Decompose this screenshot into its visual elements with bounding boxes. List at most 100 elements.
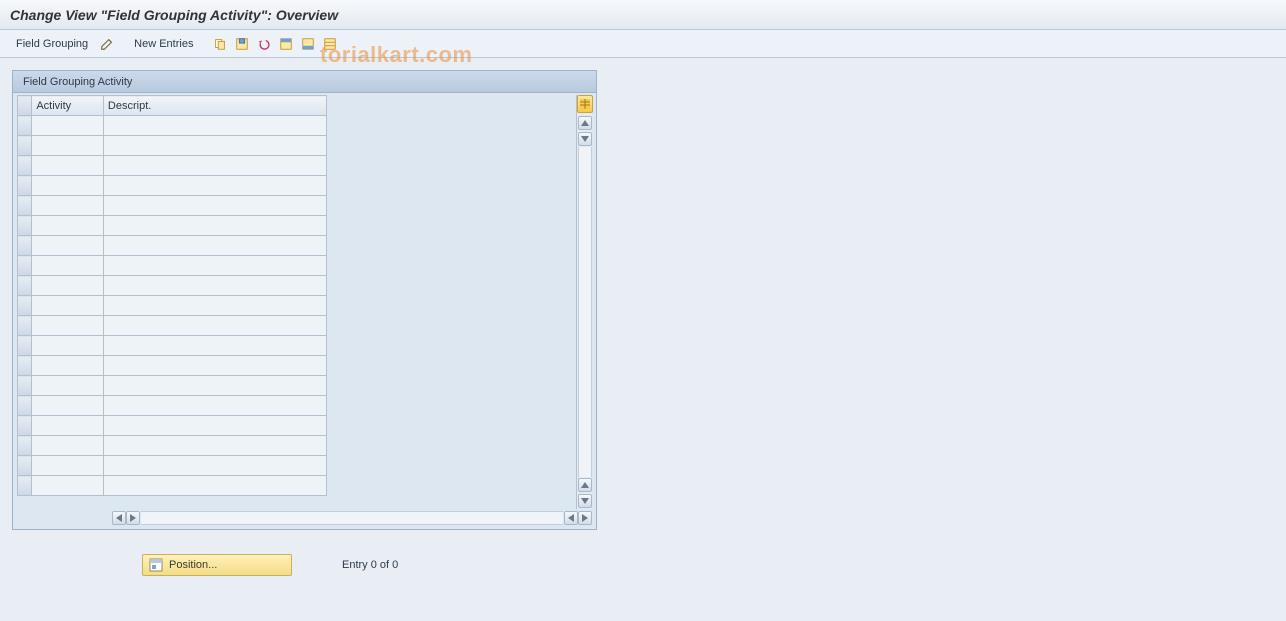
new-entries-button[interactable]: New Entries <box>128 38 199 50</box>
row-selector[interactable] <box>18 256 32 276</box>
scroll-track-horizontal[interactable] <box>141 511 563 525</box>
scroll-track-vertical[interactable] <box>578 147 592 477</box>
table-row[interactable] <box>18 136 327 156</box>
table-row[interactable] <box>18 156 327 176</box>
table-row[interactable] <box>18 316 327 336</box>
cell-descript[interactable] <box>103 396 326 416</box>
deselect-all-icon[interactable] <box>299 35 317 53</box>
column-header-activity[interactable]: Activity <box>32 96 104 116</box>
cell-descript[interactable] <box>103 436 326 456</box>
row-selector[interactable] <box>18 436 32 456</box>
cell-descript[interactable] <box>103 276 326 296</box>
cell-descript[interactable] <box>103 216 326 236</box>
cell-activity[interactable] <box>32 136 104 156</box>
select-all-icon[interactable] <box>277 35 295 53</box>
cell-activity[interactable] <box>32 276 104 296</box>
row-selector[interactable] <box>18 376 32 396</box>
table-row[interactable] <box>18 436 327 456</box>
row-selector[interactable] <box>18 216 32 236</box>
cell-descript[interactable] <box>103 336 326 356</box>
cell-descript[interactable] <box>103 156 326 176</box>
row-selector[interactable] <box>18 396 32 416</box>
cell-activity[interactable] <box>32 376 104 396</box>
scroll-up-step-button[interactable] <box>578 478 592 492</box>
cell-activity[interactable] <box>32 336 104 356</box>
cell-activity[interactable] <box>32 156 104 176</box>
cell-descript[interactable] <box>103 176 326 196</box>
cell-activity[interactable] <box>32 316 104 336</box>
cell-activity[interactable] <box>32 176 104 196</box>
row-selector[interactable] <box>18 356 32 376</box>
cell-activity[interactable] <box>32 396 104 416</box>
data-table[interactable]: Activity Descript. <box>17 95 327 496</box>
row-selector[interactable] <box>18 336 32 356</box>
cell-activity[interactable] <box>32 116 104 136</box>
cell-descript[interactable] <box>103 196 326 216</box>
row-selector[interactable] <box>18 116 32 136</box>
cell-activity[interactable] <box>32 236 104 256</box>
column-header-descript[interactable]: Descript. <box>103 96 326 116</box>
scroll-right-step-button[interactable] <box>126 511 140 525</box>
row-selector[interactable] <box>18 236 32 256</box>
cell-descript[interactable] <box>103 236 326 256</box>
row-selector[interactable] <box>18 196 32 216</box>
table-row[interactable] <box>18 396 327 416</box>
table-row[interactable] <box>18 336 327 356</box>
cell-descript[interactable] <box>103 296 326 316</box>
scroll-right-button[interactable] <box>578 511 592 525</box>
cell-activity[interactable] <box>32 456 104 476</box>
vertical-scrollbar[interactable] <box>576 95 592 509</box>
copy-icon[interactable] <box>211 35 229 53</box>
undo-icon[interactable] <box>255 35 273 53</box>
position-button[interactable]: Position... <box>142 554 292 576</box>
table-settings-icon[interactable] <box>321 35 339 53</box>
cell-descript[interactable] <box>103 136 326 156</box>
cell-descript[interactable] <box>103 376 326 396</box>
table-row[interactable] <box>18 356 327 376</box>
cell-descript[interactable] <box>103 356 326 376</box>
row-selector[interactable] <box>18 296 32 316</box>
cell-descript[interactable] <box>103 476 326 496</box>
table-row[interactable] <box>18 376 327 396</box>
table-row[interactable] <box>18 476 327 496</box>
cell-activity[interactable] <box>32 436 104 456</box>
table-row[interactable] <box>18 216 327 236</box>
row-selector-header[interactable] <box>18 96 32 116</box>
scroll-down-step-button[interactable] <box>578 132 592 146</box>
cell-descript[interactable] <box>103 416 326 436</box>
scroll-left-button[interactable] <box>112 511 126 525</box>
table-row[interactable] <box>18 416 327 436</box>
table-row[interactable] <box>18 296 327 316</box>
save-variant-icon[interactable] <box>233 35 251 53</box>
cell-descript[interactable] <box>103 256 326 276</box>
table-row[interactable] <box>18 176 327 196</box>
cell-activity[interactable] <box>32 416 104 436</box>
cell-activity[interactable] <box>32 216 104 236</box>
row-selector[interactable] <box>18 176 32 196</box>
table-row[interactable] <box>18 236 327 256</box>
field-grouping-button[interactable]: Field Grouping <box>10 38 94 50</box>
cell-activity[interactable] <box>32 196 104 216</box>
cell-descript[interactable] <box>103 316 326 336</box>
row-selector[interactable] <box>18 156 32 176</box>
cell-activity[interactable] <box>32 296 104 316</box>
row-selector[interactable] <box>18 316 32 336</box>
row-selector[interactable] <box>18 416 32 436</box>
cell-activity[interactable] <box>32 476 104 496</box>
cell-activity[interactable] <box>32 256 104 276</box>
row-selector[interactable] <box>18 456 32 476</box>
cell-descript[interactable] <box>103 456 326 476</box>
cell-descript[interactable] <box>103 116 326 136</box>
scroll-up-button[interactable] <box>578 116 592 130</box>
table-config-icon[interactable] <box>577 95 593 113</box>
table-row[interactable] <box>18 276 327 296</box>
row-selector[interactable] <box>18 276 32 296</box>
table-row[interactable] <box>18 196 327 216</box>
edit-icon[interactable] <box>98 35 116 53</box>
cell-activity[interactable] <box>32 356 104 376</box>
horizontal-scrollbar[interactable] <box>17 511 592 525</box>
scroll-down-button[interactable] <box>578 494 592 508</box>
table-row[interactable] <box>18 256 327 276</box>
row-selector[interactable] <box>18 476 32 496</box>
row-selector[interactable] <box>18 136 32 156</box>
